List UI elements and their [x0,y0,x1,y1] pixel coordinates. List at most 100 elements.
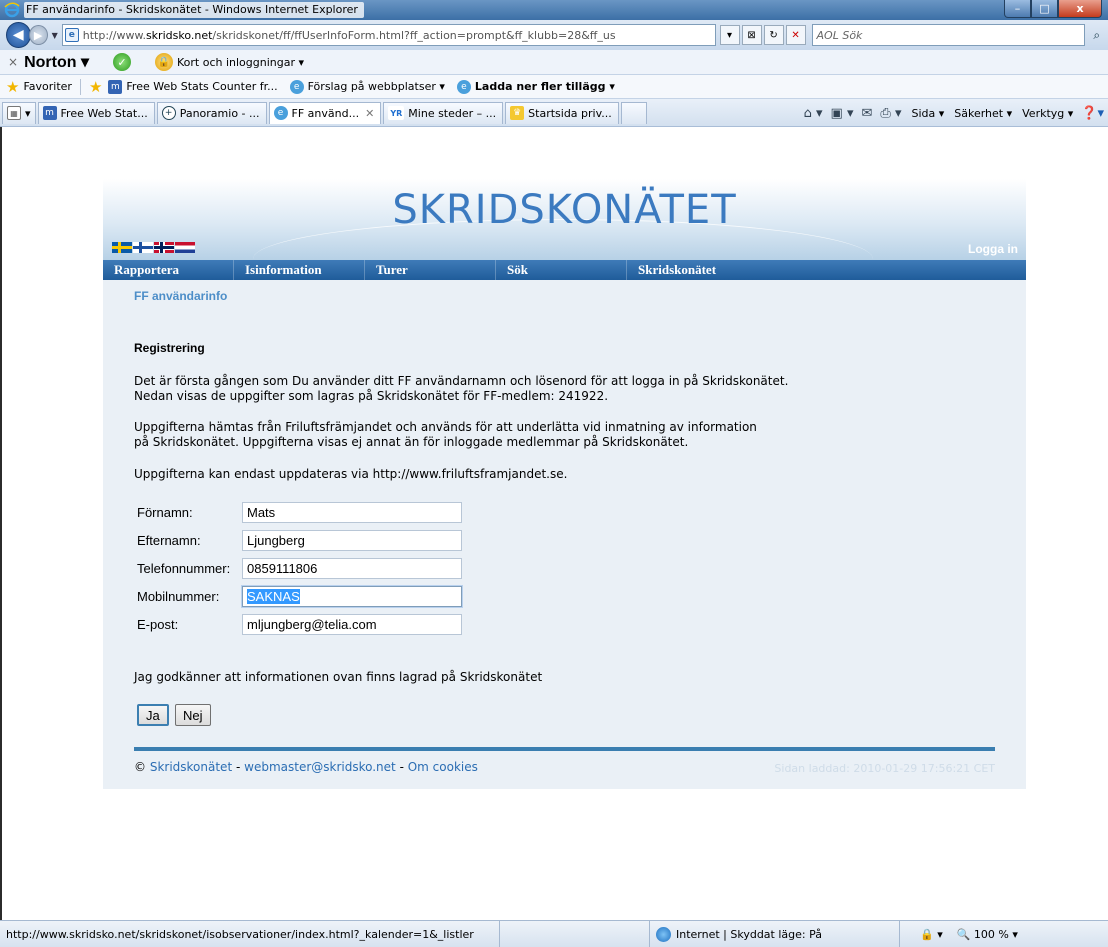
tab-close-icon[interactable]: ✕ [365,107,374,120]
footer-link-cookies[interactable]: Om cookies [408,760,478,774]
menu-skridskonatet[interactable]: Skridskonätet [627,260,894,280]
tab-startsida[interactable]: ♛ Startsida priv... [505,101,619,124]
update-paragraph: Uppgifterna kan endast uppdateras via ht… [134,467,568,481]
identity-safe-menu[interactable]: Kort och inloggningar ▾ [177,56,304,69]
flag-finland-icon[interactable] [133,242,153,253]
fav-item-addons[interactable]: e Ladda ner fler tillägg ▾ [456,79,615,94]
menu-turer[interactable]: Turer [365,260,496,280]
main-menu: Rapportera Isinformation Turer Sök Skrid… [103,260,1026,280]
tab-panoramio[interactable]: + Panoramio - ... [156,101,267,124]
window-left-edge [0,127,10,920]
footer-link-skridskonatet[interactable]: Skridskonätet [150,760,232,774]
title-bar: FF användarinfo - Skridskonätet - Window… [0,0,1108,20]
url-prefix: http://www. [82,28,146,42]
yr-icon: YR [388,106,405,120]
safety-menu[interactable]: Säkerhet ▾ [954,107,1012,120]
yes-button[interactable]: Ja [137,704,169,726]
search-icon[interactable]: ⌕ [1085,28,1108,43]
status-url: http://www.skridsko.net/skridskonet/isob… [0,921,500,947]
minimize-button[interactable]: – [1004,0,1031,18]
tab-free-web-stats[interactable]: m Free Web Stat... [37,101,155,124]
protected-mode-icon[interactable]: 🔒 ▾ [920,928,943,941]
quick-tabs-button[interactable]: ▦ ▾ [2,101,36,124]
login-link[interactable]: Logga in [968,242,1018,256]
address-dropdown-icon[interactable]: ▾ [719,25,740,45]
flag-netherlands-icon[interactable] [175,242,195,253]
security-zone[interactable]: Internet | Skyddat läge: På [650,921,900,947]
page-viewport: SKRIDSKONÄTET Logga in Rapportera Isinfo… [0,127,1108,920]
ie-logo-icon [4,2,20,18]
url-path: /skridskonet/ff/ffUserInfoForm.html?ff_a… [212,28,616,42]
tools-menu[interactable]: Verktyg ▾ [1022,107,1073,120]
label-fornamn: Förnamn: [137,504,193,520]
compat-view-icon[interactable]: ⊠ [741,25,762,45]
menu-sok[interactable]: Sök [496,260,627,280]
mail-icon[interactable]: ✉ [862,106,873,121]
status-progress [500,921,650,947]
menu-isinformation[interactable]: Isinformation [234,260,365,280]
stop-icon[interactable]: ✕ [785,25,806,45]
row-mobilnummer: Mobilnummer: SAKNAS [134,584,463,608]
status-tools: 🔒 ▾ 🔍 100 % ▾ [920,928,1018,941]
norton-brand[interactable]: Norton ▾ [24,52,89,72]
page-menu[interactable]: Sida ▾ [911,107,944,120]
row-efternamn: Efternamn: Ljungberg [134,529,462,551]
footer: © Skridskonätet - webmaster@skridsko.net… [134,760,995,775]
telefonnummer-field[interactable]: 0859111806 [242,557,462,579]
close-button[interactable]: x [1058,0,1102,18]
stats-site-icon: m [108,79,123,94]
help-icon[interactable]: ❓▾ [1081,106,1104,121]
consent-text: Jag godkänner att informationen ovan fin… [134,670,543,684]
ie-icon: e [273,106,288,120]
flag-norway-icon[interactable] [154,242,174,253]
back-button[interactable]: ◀ [6,22,31,48]
footer-link-webmaster[interactable]: webmaster@skridsko.net [244,760,396,774]
favorites-button[interactable]: Favoriter [23,80,71,93]
row-fornamn: Förnamn: Mats [134,501,462,523]
close-toolbar-icon[interactable]: × [8,55,18,69]
tab-ff-anvandarinfo[interactable]: e FF använd... ✕ [268,101,382,124]
norton-check-icon[interactable]: ✓ [112,53,131,71]
favorites-bar: ★ Favoriter ★ m Free Web Stats Counter f… [0,75,1108,99]
fav-item-stats[interactable]: m Free Web Stats Counter fr... [108,79,278,94]
home-icon[interactable]: ⌂ ▾ [804,106,823,121]
window-controls: – □ x [1004,0,1102,18]
flag-sweden-icon[interactable] [112,242,132,253]
norton-toolbar: × Norton ▾ ✓ 🔒 Kort och inloggningar ▾ [0,50,1108,75]
language-flags [112,242,196,253]
epost-field[interactable]: mljungberg@telia.com [242,613,462,635]
label-telefonnummer: Telefonnummer: [137,560,231,576]
address-input[interactable]: e http://www. skridsko.net/skridskonet/ff… [61,24,716,46]
mobilnummer-field[interactable]: SAKNAS [241,584,463,608]
label-epost: E-post: [137,616,179,632]
efternamn-field[interactable]: Ljungberg [242,529,462,551]
add-favorite-icon[interactable]: ★ [89,78,102,96]
menu-rapportera[interactable]: Rapportera [103,260,234,280]
stats-site-icon: m [42,106,57,120]
print-icon[interactable]: ⎙ ▾ [880,106,901,121]
label-efternamn: Efternamn: [137,532,201,548]
refresh-icon[interactable]: ↻ [763,25,784,45]
forward-button[interactable]: ▶ [28,25,48,45]
zoom-control[interactable]: 🔍 100 % ▾ [957,928,1018,941]
window-title: FF användarinfo - Skridskonätet - Window… [24,2,364,18]
page-loaded-timestamp: Sidan laddad: 2010-01-29 17:56:21 CET [774,762,995,775]
divider [79,78,81,95]
new-tab-button[interactable] [620,101,647,124]
lock-icon: 🔒 [154,53,173,71]
maximize-button[interactable]: □ [1031,0,1058,18]
row-telefonnummer: Telefonnummer: 0859111806 [134,557,462,579]
startpage-icon: ♛ [510,106,525,120]
ie-icon: e [289,79,304,94]
fav-item-suggested[interactable]: e Förslag på webbplatser ▾ [289,79,445,94]
label-mobilnummer: Mobilnummer: [137,588,220,604]
page-icon: e [64,28,79,42]
tab-mine-steder[interactable]: YR Mine steder – ... [383,101,504,124]
no-button[interactable]: Nej [175,704,211,726]
history-dropdown-icon[interactable]: ▼ [52,31,58,40]
fornamn-field[interactable]: Mats [242,501,462,523]
search-input[interactable]: AOL Sök [811,24,1086,46]
site-logo[interactable]: SKRIDSKONÄTET [103,187,1026,233]
favorites-star-icon[interactable]: ★ [6,78,19,96]
feeds-icon[interactable]: ▣ ▾ [831,106,854,121]
